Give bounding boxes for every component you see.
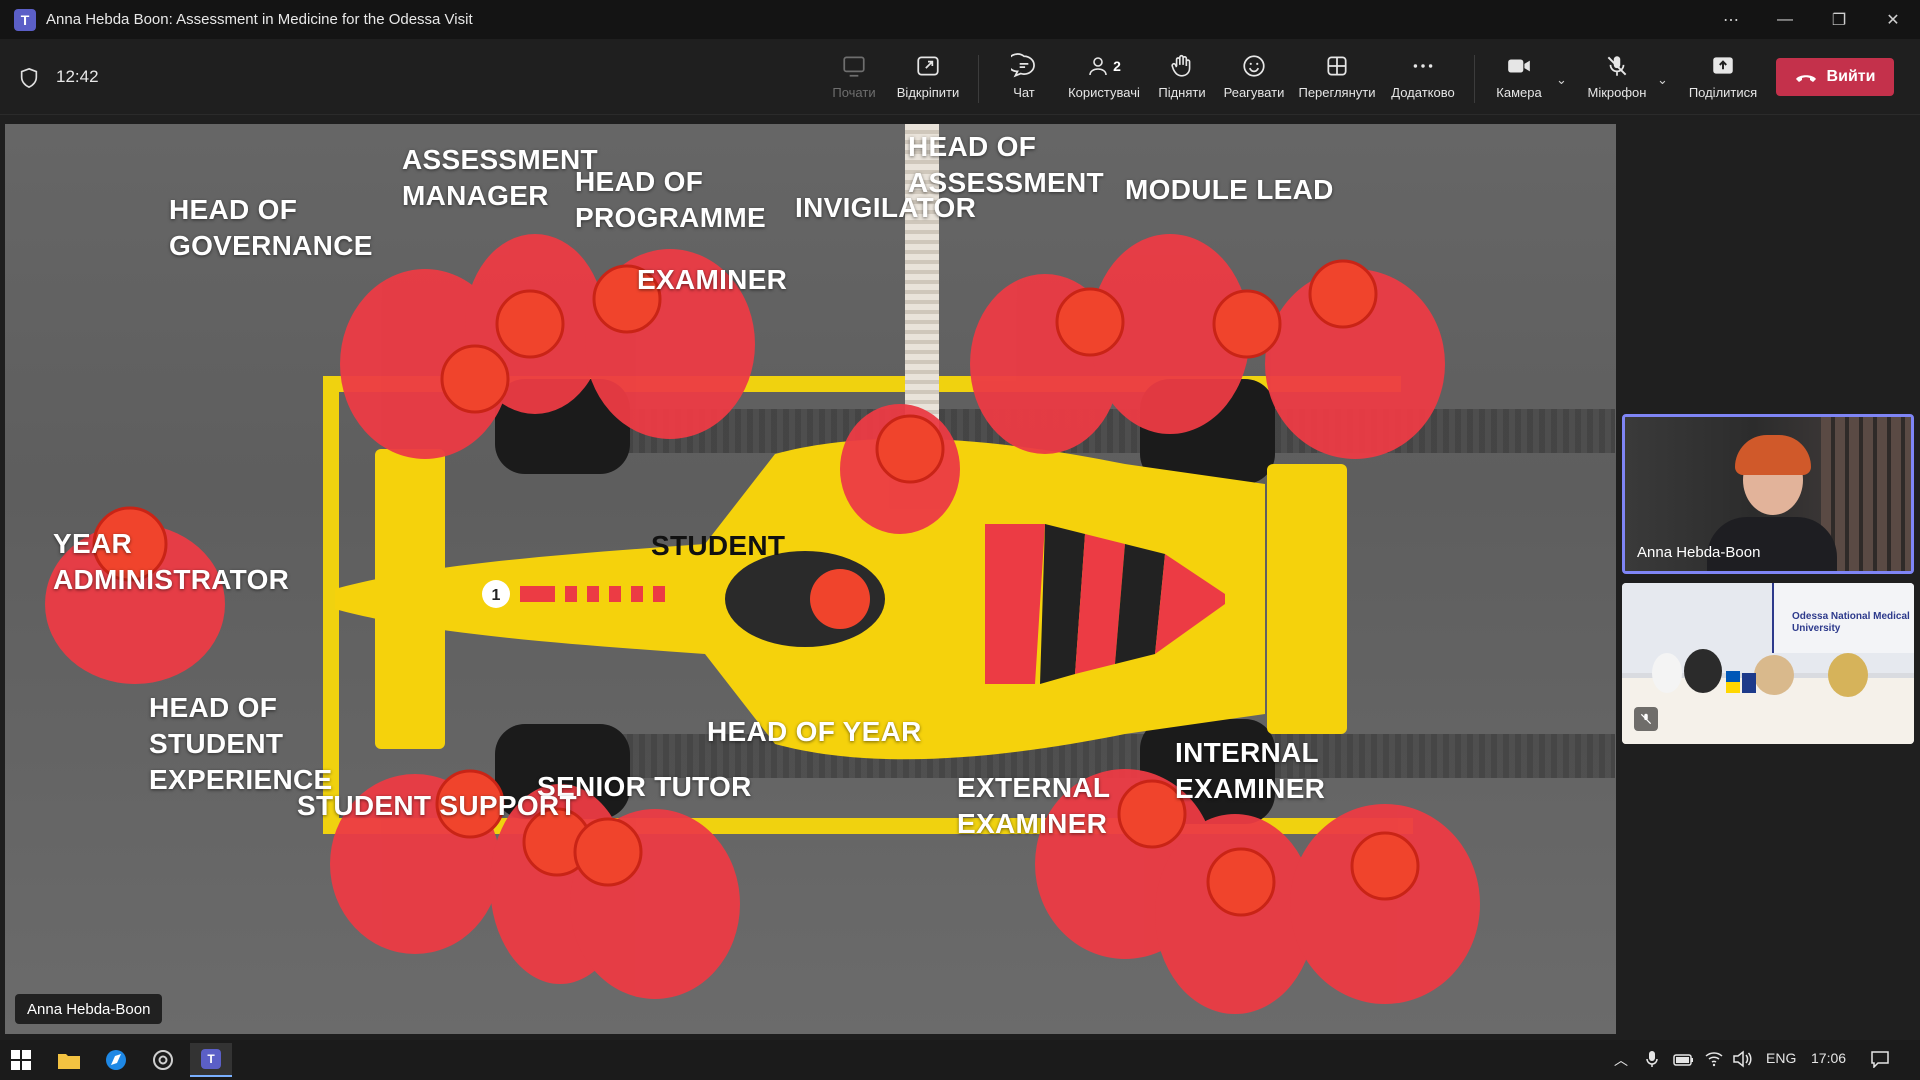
label-examiner: EXAMINER xyxy=(637,264,788,295)
people-button[interactable]: 2 Користувачі xyxy=(1065,53,1143,109)
notifications-icon[interactable] xyxy=(1870,1050,1890,1068)
view-button[interactable]: Переглянути xyxy=(1298,53,1376,109)
participant-name: Anna Hebda-Boon xyxy=(1637,544,1761,561)
people-icon xyxy=(1089,57,1107,76)
muted-indicator xyxy=(1634,707,1658,731)
mic-options-chevron-icon[interactable]: ⌄ xyxy=(1657,72,1673,87)
teams-app-icon: T xyxy=(14,8,36,31)
toolbar-divider xyxy=(978,55,979,103)
university-banner: Odessa National Medical University xyxy=(1772,583,1914,653)
more-label: Додатково xyxy=(1391,85,1455,100)
camera-label: Камера xyxy=(1496,85,1542,100)
chat-label: Чат xyxy=(1013,85,1035,100)
leave-label: Вийти xyxy=(1826,68,1876,85)
chat-button[interactable]: Чат xyxy=(985,53,1063,109)
file-explorer-icon[interactable] xyxy=(52,1046,86,1074)
window-controls: ⋯ — ❐ ✕ xyxy=(1704,0,1920,39)
label-head-of-student-experience: HEAD OF STUDENT EXPERIENCE xyxy=(149,692,333,795)
leave-button[interactable]: Вийти xyxy=(1776,58,1894,96)
minimize-button[interactable]: — xyxy=(1758,0,1812,39)
participant-tile-active-speaker[interactable]: Anna Hebda-Boon xyxy=(1622,414,1914,574)
window-title: Anna Hebda Boon: Assessment in Medicine … xyxy=(46,11,473,28)
camera-icon xyxy=(1508,59,1530,73)
mic-label: Мікрофон xyxy=(1587,85,1647,100)
teams-taskbar-icon[interactable]: T xyxy=(190,1043,232,1077)
people-label: Користувачі xyxy=(1068,85,1140,100)
meeting-timer: 12:42 xyxy=(56,67,99,86)
start-icon xyxy=(843,56,865,77)
volume-icon[interactable] xyxy=(1732,1050,1752,1068)
mic-off-icon xyxy=(1640,713,1652,725)
camera-button[interactable]: Камера xyxy=(1480,53,1558,109)
view-label: Переглянути xyxy=(1298,85,1376,100)
chrome-icon[interactable] xyxy=(146,1046,180,1074)
input-language[interactable]: ENG xyxy=(1766,1050,1796,1066)
room-person xyxy=(1754,655,1794,695)
share-label: Поділитися xyxy=(1688,85,1758,100)
toolbar-divider xyxy=(1474,55,1475,103)
restore-button[interactable]: ❐ xyxy=(1812,0,1866,39)
hang-up-icon xyxy=(1795,75,1816,82)
smiley-icon xyxy=(1243,55,1265,77)
pop-out-icon xyxy=(917,56,939,76)
participant-tile-room[interactable]: Odessa National Medical University xyxy=(1622,583,1914,744)
battery-icon[interactable] xyxy=(1673,1052,1695,1068)
more-button[interactable]: Додатково xyxy=(1384,53,1462,109)
chat-icon xyxy=(1011,53,1035,78)
label-assessment-manager: ASSESSMENT MANAGER xyxy=(402,144,598,211)
react-button[interactable]: Реагувати xyxy=(1215,53,1293,109)
share-screen-icon xyxy=(1713,57,1733,74)
microphone-in-use-icon[interactable] xyxy=(1645,1050,1659,1068)
wifi-icon[interactable] xyxy=(1705,1050,1723,1068)
people-icon-group: 2 xyxy=(1087,53,1121,79)
browser-icon[interactable] xyxy=(99,1046,133,1074)
label-invigilator: INVIGILATOR xyxy=(795,192,977,223)
label-year-administrator: YEAR ADMINISTRATOR xyxy=(53,528,290,595)
share-button[interactable]: Поділитися xyxy=(1684,53,1762,109)
show-hidden-icons-chevron-icon[interactable]: ︿ xyxy=(1614,1050,1628,1070)
window-titlebar: T Anna Hebda Boon: Assessment in Medicin… xyxy=(0,0,1920,39)
grid-view-icon xyxy=(1327,56,1347,76)
start-label: Почати xyxy=(832,85,876,100)
label-external-examiner: EXTERNAL EXAMINER xyxy=(957,772,1111,839)
label-head-of-governance: HEAD OF GOVERNANCE xyxy=(169,194,373,261)
camera-options-chevron-icon[interactable]: ⌄ xyxy=(1556,72,1572,87)
label-module-lead: MODULE LEAD xyxy=(1125,174,1334,205)
people-count: 2 xyxy=(1113,58,1121,74)
label-head-of-year: HEAD OF YEAR xyxy=(707,716,922,747)
label-internal-examiner: INTERNAL EXAMINER xyxy=(1175,737,1326,804)
meeting-toolbar: 12:42 Почати Відкріпити Чат 2 Користувач… xyxy=(0,39,1920,115)
windows-start-icon[interactable] xyxy=(4,1046,38,1074)
presenter-name-tag: Anna Hebda-Boon xyxy=(15,994,163,1024)
hand-icon xyxy=(1171,54,1191,77)
presenter-name: Anna Hebda-Boon xyxy=(27,1000,151,1018)
label-student-support: STUDENT SUPPORT xyxy=(297,790,577,821)
university-banner-text: Odessa National Medical University xyxy=(1792,611,1910,634)
room-person xyxy=(1684,649,1722,693)
raise-hand-button[interactable]: Підняти xyxy=(1143,53,1221,109)
raise-label: Підняти xyxy=(1158,85,1206,100)
shared-screen-stage: 1 ASSESSMENT MANAGER HEAD OF PROGRAMME H… xyxy=(5,124,1616,1034)
undock-button[interactable]: Відкріпити xyxy=(889,53,967,109)
label-head-of-programme: HEAD OF PROGRAMME xyxy=(575,166,766,233)
room-person xyxy=(1828,653,1868,697)
label-student: STUDENT xyxy=(651,530,786,561)
microphone-button[interactable]: Мікрофон xyxy=(1578,53,1656,109)
ukraine-flag-icon xyxy=(1726,671,1740,693)
flower-bouquet xyxy=(1652,653,1682,693)
undock-label: Відкріпити xyxy=(896,85,960,100)
close-button[interactable]: ✕ xyxy=(1866,0,1920,39)
shield-icon xyxy=(20,67,38,89)
uk-flag-icon xyxy=(1742,673,1756,693)
taskbar-clock[interactable]: 17:06 xyxy=(1811,1050,1846,1066)
mic-off-icon xyxy=(1607,56,1627,76)
windows-taskbar: T ︿ ENG 17:06 xyxy=(0,1040,1920,1080)
ellipsis-icon xyxy=(1413,64,1433,68)
more-window-options-icon[interactable]: ⋯ xyxy=(1704,0,1758,39)
react-label: Реагувати xyxy=(1223,85,1285,100)
start-recording-button[interactable]: Почати xyxy=(815,53,893,109)
